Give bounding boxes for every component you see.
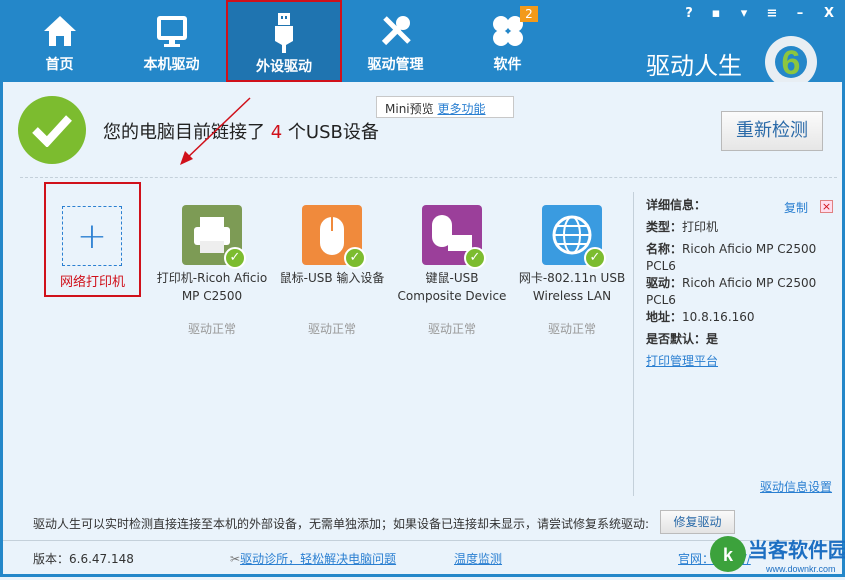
annotation-arrow (180, 97, 251, 165)
print-management-link[interactable]: 打印管理平台 (646, 354, 718, 368)
copy-link[interactable]: 复制 (784, 200, 808, 217)
success-check-icon (18, 96, 86, 164)
usb-icon (275, 13, 293, 53)
close-icon[interactable]: X (820, 6, 838, 21)
svg-text:当客软件园: 当客软件园 (748, 538, 845, 562)
software-badge: 2 (520, 6, 538, 22)
nav-driver-management[interactable]: 驱动管理 (338, 0, 453, 82)
ok-check-icon: ✓ (344, 247, 366, 269)
home-icon (43, 16, 76, 46)
nav-peripheral-drivers[interactable]: 外设驱动 (226, 0, 342, 82)
footer-note: 驱动人生可以实时检测直接连接至本机的外部设备，无需单独添加；如果设备已连接却未显… (33, 517, 650, 531)
nav-local-drivers[interactable]: 本机驱动 (114, 0, 229, 82)
ok-check-icon: ✓ (224, 247, 246, 269)
watermark-logo: k 当客软件园 www.downkr.com (706, 532, 845, 577)
monitor-icon (156, 16, 187, 47)
brand-logo-icon: 6 (765, 36, 817, 88)
printer-icon: ✓ (182, 205, 246, 269)
version-label: 版本：6.6.47.148 (33, 552, 134, 566)
top-bar: 首页 本机驱动 外设驱动 驱动管理 软件 2 ? ▪ ▾ ≡ – X 驱动人生 … (0, 0, 845, 88)
device-network-card[interactable]: ✓ 网卡-802.11n USB Wireless LAN 驱动正常 (512, 205, 632, 336)
mouse-icon: ✓ (302, 205, 366, 269)
ok-check-icon: ✓ (464, 247, 486, 269)
globe-icon: ✓ (542, 205, 606, 269)
device-mouse[interactable]: ✓ 鼠标-USB 输入设备 驱动正常 (272, 205, 392, 336)
nav-software[interactable]: 软件 (450, 0, 565, 82)
temperature-monitor-link[interactable]: 温度监测 (454, 550, 502, 567)
svg-text:6: 6 (782, 44, 801, 82)
brand-name: 驱动人生 (646, 52, 742, 80)
divider (20, 177, 837, 178)
close-detail-icon[interactable]: × (820, 200, 833, 213)
detail-panel: 详细信息： 复制 × 类型：打印机 名称：Ricoh Aficio MP C25… (633, 192, 833, 496)
plus-icon: + (62, 206, 122, 266)
add-network-printer-button[interactable]: + 网络打印机 (44, 182, 141, 297)
tools-icon (381, 16, 411, 46)
device-printer[interactable]: ✓ 打印机-Ricoh Aficio MP C2500 驱动正常 (152, 205, 272, 336)
help-icon[interactable]: ? (680, 6, 698, 21)
repair-driver-button[interactable]: 修复驱动 (660, 510, 735, 534)
mini-tooltip: Mini预览 更多功能 (376, 96, 514, 118)
nav-home[interactable]: 首页 (2, 0, 117, 82)
keyboard-mouse-icon: ✓ (422, 205, 486, 269)
driver-info-settings-link[interactable]: 驱动信息设置 (760, 478, 832, 495)
recheck-button[interactable]: 重新检测 (721, 111, 823, 151)
minimize-icon[interactable]: – (791, 6, 809, 21)
skin-icon[interactable]: ▾ (735, 6, 753, 21)
ok-check-icon: ✓ (584, 247, 606, 269)
svg-text:k: k (723, 545, 734, 565)
menu-icon[interactable]: ≡ (763, 6, 781, 21)
more-features-link[interactable]: 更多功能 (437, 102, 485, 116)
wrench-icon: ✂ (230, 552, 241, 566)
device-keyboard-mouse[interactable]: ✓ 键鼠-USB Composite Device 驱动正常 (392, 205, 512, 336)
driver-clinic-link[interactable]: ✂驱动诊所，轻松解决电脑问题 (230, 550, 396, 567)
feedback-icon[interactable]: ▪ (707, 6, 725, 21)
svg-text:www.downkr.com: www.downkr.com (765, 564, 836, 574)
